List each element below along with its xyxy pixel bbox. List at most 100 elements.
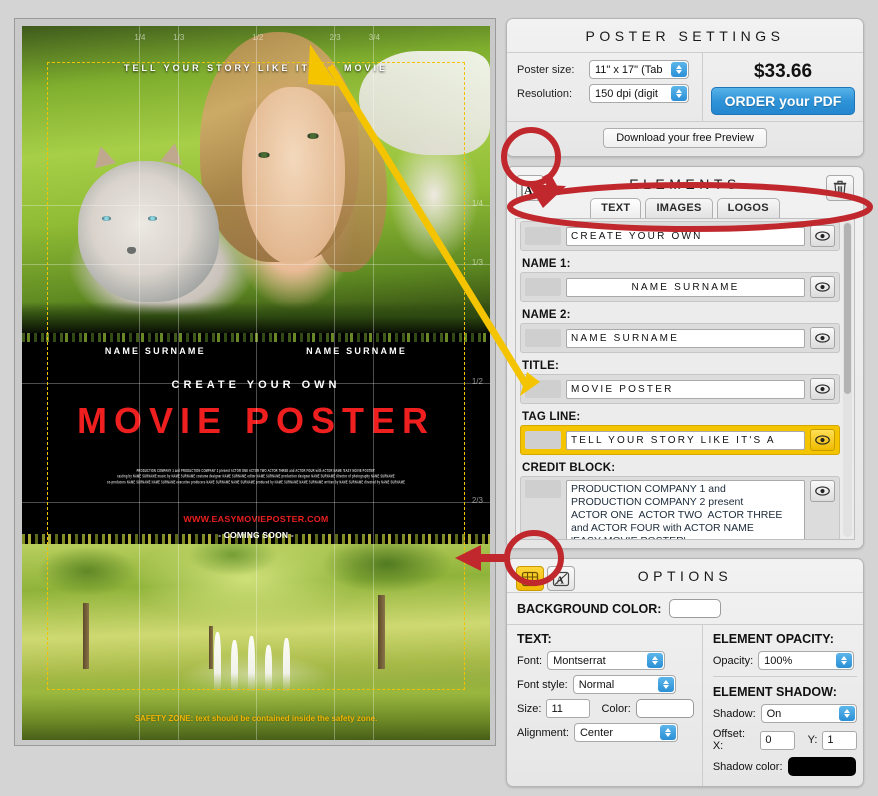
opacity-select[interactable]: 100% xyxy=(758,651,855,670)
element-row-create-your-own xyxy=(518,221,842,255)
photo-tree xyxy=(377,594,385,670)
poster-subtitle[interactable]: CREATE YOUR OWN xyxy=(22,379,490,391)
drag-handle[interactable] xyxy=(525,278,561,296)
shadow-color-swatch[interactable] xyxy=(787,757,856,776)
name-2-input[interactable] xyxy=(566,328,805,348)
stepper-icon[interactable] xyxy=(836,653,853,668)
color-label: Color: xyxy=(601,702,631,715)
shadow-section-title: ELEMENT SHADOW: xyxy=(712,685,837,699)
price-display: $33.66 xyxy=(753,61,813,82)
photo-cat-ear-left xyxy=(90,143,117,169)
poster-name-left[interactable]: NAME SURNAME xyxy=(105,346,206,356)
offset-y-input[interactable]: 1 xyxy=(822,730,857,750)
stepper-icon[interactable] xyxy=(838,706,855,721)
visibility-eye-icon[interactable] xyxy=(810,276,835,298)
font-select[interactable]: Montserrat xyxy=(547,651,666,670)
opacity-section-title: ELEMENT OPACITY: xyxy=(712,632,834,646)
tag-line-input[interactable] xyxy=(566,430,805,450)
drag-handle[interactable] xyxy=(525,431,561,449)
poster-coming-soon[interactable]: - COMING SOON - xyxy=(22,530,490,540)
offset-x-label: Offset: X: xyxy=(712,728,746,752)
drag-handle[interactable] xyxy=(525,227,561,245)
poster-size-select[interactable]: 11" x 17" (Tab xyxy=(589,60,689,79)
stepper-icon[interactable] xyxy=(671,62,687,77)
font-style-value: Normal xyxy=(578,678,615,691)
poster-canvas[interactable]: TELL YOUR STORY LIKE IT'S A MOVIE NAME S… xyxy=(22,26,490,740)
offset-x-input[interactable]: 0 xyxy=(760,730,795,750)
text-style-icon[interactable]: A xyxy=(547,566,575,591)
tab-logos[interactable]: LOGOS xyxy=(716,198,780,218)
visibility-eye-icon[interactable] xyxy=(810,378,835,400)
drag-handle[interactable] xyxy=(525,380,561,398)
alignment-value: Center xyxy=(579,726,614,739)
element-row-name-2: NAME 2: xyxy=(518,306,842,357)
shadow-select[interactable]: On xyxy=(760,704,857,723)
elements-scrollbar[interactable] xyxy=(843,221,852,537)
visibility-eye-icon[interactable] xyxy=(810,429,835,451)
photo-canopy xyxy=(22,543,490,634)
tab-text[interactable]: TEXT xyxy=(590,198,642,218)
photo-eye-left xyxy=(258,151,271,158)
background-color-label: BACKGROUND COLOR: xyxy=(517,601,662,616)
shadow-value: On xyxy=(766,707,782,720)
title-input[interactable] xyxy=(566,379,805,399)
size-input[interactable]: 11 xyxy=(546,699,591,718)
poster-names-row: NAME SURNAME NAME SURNAME xyxy=(22,346,490,356)
poster-bottom-photo xyxy=(22,543,490,740)
poster-settings-panel: POSTER SETTINGS Poster size: 11" x 17" (… xyxy=(506,18,864,157)
poster-size-label: Poster size: xyxy=(517,63,575,76)
alignment-select[interactable]: Center xyxy=(573,723,678,742)
tab-images[interactable]: IMAGES xyxy=(645,198,713,218)
stepper-icon[interactable] xyxy=(671,86,687,101)
poster-website[interactable]: WWW.EASYMOVIEPOSTER.COM xyxy=(22,514,490,524)
poster-tagline[interactable]: TELL YOUR STORY LIKE IT'S A MOVIE xyxy=(22,63,490,73)
element-row-name-1: NAME 1: xyxy=(518,255,842,306)
background-color-swatch[interactable] xyxy=(669,599,722,618)
options-divider xyxy=(712,676,857,677)
name-2-label: NAME 2: xyxy=(522,309,571,321)
credit-block-textarea[interactable]: PRODUCTION COMPANY 1 and PRODUCTION COMP… xyxy=(566,480,805,539)
photo-grass-foreground xyxy=(22,302,490,334)
name-1-label: NAME 1: xyxy=(522,258,571,270)
visibility-eye-icon[interactable] xyxy=(810,480,835,502)
visibility-eye-icon[interactable] xyxy=(810,327,835,349)
name-1-input[interactable] xyxy=(566,277,805,297)
font-style-label: Font style: xyxy=(517,678,568,691)
font-style-select[interactable]: Normal xyxy=(572,675,676,694)
drag-handle[interactable] xyxy=(525,480,561,498)
photo-cat-ear-right xyxy=(160,140,186,165)
text-color-swatch[interactable] xyxy=(635,699,694,718)
create-your-own-input[interactable] xyxy=(566,226,805,246)
visibility-eye-icon[interactable] xyxy=(810,225,835,247)
opacity-label: Opacity: xyxy=(712,654,754,667)
resolution-value: 150 dpi (digit xyxy=(595,87,658,100)
shadow-label: Shadow: xyxy=(712,707,756,720)
poster-credit-block[interactable]: PRODUCTION COMPANY 1 and PRODUCTION COMP… xyxy=(97,468,415,487)
order-pdf-button[interactable]: ORDER your PDF xyxy=(711,87,855,115)
trash-icon[interactable] xyxy=(826,175,854,201)
elements-tabs: TEXT IMAGES LOGOS xyxy=(507,198,863,218)
resolution-select[interactable]: 150 dpi (digit xyxy=(589,84,689,103)
title-label: TITLE: xyxy=(522,360,559,372)
poster-name-right[interactable]: NAME SURNAME xyxy=(306,346,407,356)
resolution-label: Resolution: xyxy=(517,87,573,100)
download-preview-button[interactable]: Download your free Preview xyxy=(603,128,767,148)
elements-scroll-area[interactable]: NAME 1: NAME 2: xyxy=(515,218,855,540)
poster-preview-panel[interactable]: TELL YOUR STORY LIKE IT'S A MOVIE NAME S… xyxy=(14,18,496,746)
size-label: Size: xyxy=(517,702,542,715)
tag-line-label: TAG LINE: xyxy=(522,411,581,423)
stepper-icon[interactable] xyxy=(647,653,664,668)
options-panel: A OPTIONS BACKGROUND COLOR: TEXT: Font: … xyxy=(506,558,864,787)
poster-title[interactable]: MOVIE POSTER xyxy=(22,401,490,440)
font-label: Font: xyxy=(517,654,543,667)
drag-handle[interactable] xyxy=(525,329,561,347)
elements-title: ELEMENTS xyxy=(629,176,741,192)
poster-size-value: 11" x 17" (Tab xyxy=(595,63,663,76)
text-section-title: TEXT: xyxy=(517,632,552,646)
photo-tree xyxy=(209,626,214,670)
stepper-icon[interactable] xyxy=(657,677,674,692)
layout-grid-icon[interactable] xyxy=(516,566,544,591)
scrollbar-thumb[interactable] xyxy=(844,223,851,394)
poster-safety-zone-note: SAFETY ZONE: text should be contained in… xyxy=(134,713,378,723)
stepper-icon[interactable] xyxy=(659,725,676,740)
